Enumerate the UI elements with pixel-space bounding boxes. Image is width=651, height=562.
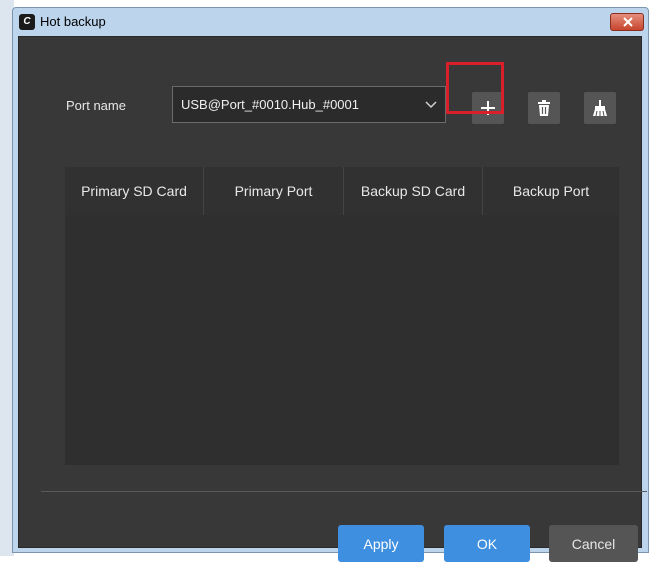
column-backup-port[interactable]: Backup Port bbox=[483, 167, 619, 215]
close-button[interactable] bbox=[610, 13, 644, 31]
apply-button[interactable]: Apply bbox=[338, 525, 424, 562]
backup-table-header: Primary SD Card Primary Port Backup SD C… bbox=[65, 167, 619, 215]
column-primary-sd-card[interactable]: Primary SD Card bbox=[65, 167, 204, 215]
plus-icon bbox=[481, 101, 495, 115]
hot-backup-dialog: C Hot backup Port name USB@Port_#0010.Hu… bbox=[12, 7, 649, 562]
title-bar[interactable]: C Hot backup bbox=[13, 8, 648, 36]
column-backup-sd-card[interactable]: Backup SD Card bbox=[344, 167, 483, 215]
column-primary-port[interactable]: Primary Port bbox=[204, 167, 344, 215]
port-name-label: Port name bbox=[66, 98, 126, 113]
dialog-content: Port name USB@Port_#0010.Hub_#0001 Prima… bbox=[18, 36, 647, 562]
chevron-down-icon bbox=[425, 101, 437, 109]
ok-button[interactable]: OK bbox=[444, 525, 530, 562]
cancel-button[interactable]: Cancel bbox=[549, 525, 638, 562]
window-title: Hot backup bbox=[40, 14, 106, 29]
port-name-select[interactable]: USB@Port_#0010.Hub_#0001 bbox=[172, 86, 446, 123]
add-button[interactable] bbox=[472, 92, 504, 124]
close-icon bbox=[623, 17, 633, 27]
port-name-value: USB@Port_#0010.Hub_#0001 bbox=[181, 97, 359, 112]
divider bbox=[41, 491, 647, 492]
trash-icon bbox=[538, 100, 550, 116]
broom-icon bbox=[593, 100, 607, 116]
app-logo-icon: C bbox=[19, 14, 35, 30]
delete-button[interactable] bbox=[528, 92, 560, 124]
backup-table-body[interactable] bbox=[65, 215, 619, 465]
clear-button[interactable] bbox=[584, 92, 616, 124]
